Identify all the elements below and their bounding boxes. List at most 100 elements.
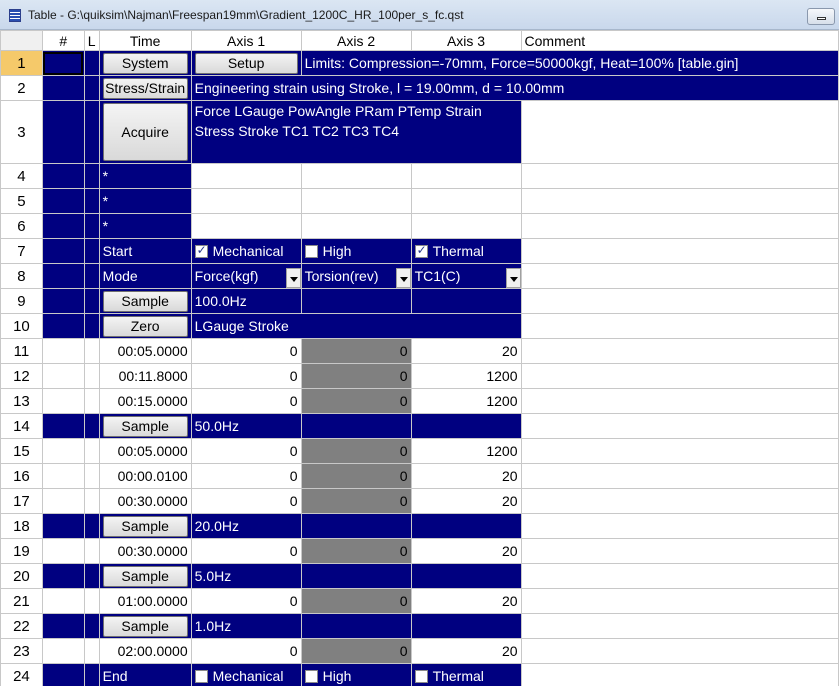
index-cell[interactable] <box>41 438 85 464</box>
axis-2-cell[interactable] <box>300 613 412 639</box>
table-row[interactable]: 16 00:00.0100 0 0 20 <box>0 463 839 489</box>
l-cell[interactable] <box>83 388 100 414</box>
index-cell[interactable] <box>41 100 85 164</box>
sample-button[interactable]: Sample <box>102 415 188 437</box>
row-number[interactable]: 17 <box>0 488 43 514</box>
comment-cell[interactable] <box>520 338 839 364</box>
l-cell[interactable] <box>83 363 100 389</box>
comment-cell[interactable] <box>520 588 839 614</box>
l-cell[interactable] <box>83 563 100 589</box>
axis-3-value[interactable]: 20 <box>410 588 522 614</box>
l-cell[interactable] <box>83 413 100 439</box>
index-cell[interactable] <box>41 638 85 664</box>
l-cell[interactable] <box>83 213 100 239</box>
sample-rate[interactable]: 1.0Hz <box>190 613 302 639</box>
start-mechanical-cell[interactable]: Mechanical <box>190 238 302 264</box>
table-row[interactable]: 19 00:30.0000 0 0 20 <box>0 538 839 564</box>
column-header-l[interactable]: L <box>83 30 100 51</box>
comment-cell[interactable] <box>520 613 839 639</box>
axis-3-cell[interactable] <box>410 513 522 539</box>
table-row[interactable]: 24 End Mechanical High Thermal <box>0 663 839 686</box>
l-cell[interactable] <box>83 463 100 489</box>
axis-3-cell[interactable] <box>410 288 522 314</box>
comment-cell[interactable] <box>520 238 839 264</box>
comment-cell[interactable] <box>520 388 839 414</box>
table-row[interactable]: 15 00:05.0000 0 0 1200 <box>0 438 839 464</box>
comment-cell[interactable] <box>520 563 839 589</box>
index-cell[interactable] <box>41 163 85 189</box>
axis-1-value[interactable]: 0 <box>190 388 302 414</box>
comment-cell[interactable] <box>520 663 839 686</box>
axis-1-cell[interactable] <box>190 163 302 189</box>
axis-3-value[interactable]: 20 <box>410 638 522 664</box>
axis-2-value[interactable]: 0 <box>300 638 412 664</box>
axis-2-cell[interactable] <box>300 188 412 214</box>
l-cell[interactable] <box>83 538 100 564</box>
row-number[interactable]: 5 <box>0 188 43 214</box>
empty-step-marker[interactable]: * <box>98 163 192 189</box>
index-cell[interactable] <box>41 538 85 564</box>
axis-2-value[interactable]: 0 <box>300 538 412 564</box>
table-row[interactable]: 11 00:05.0000 0 0 20 <box>0 338 839 364</box>
comment-cell[interactable] <box>520 100 839 164</box>
axis-2-value[interactable]: 0 <box>300 463 412 489</box>
start-high-cell[interactable]: High <box>300 238 412 264</box>
index-cell[interactable] <box>41 513 85 539</box>
l-cell[interactable] <box>83 338 100 364</box>
stress-strain-button[interactable]: Stress/Strain <box>102 77 188 99</box>
axis-2-cell[interactable] <box>300 513 412 539</box>
column-header-index[interactable]: # <box>41 30 85 51</box>
index-cell[interactable] <box>41 50 85 76</box>
column-header-axis-3[interactable]: Axis 3 <box>410 30 522 51</box>
row-number[interactable]: 16 <box>0 463 43 489</box>
acquire-button[interactable]: Acquire <box>102 103 188 161</box>
row-number[interactable]: 2 <box>0 75 43 101</box>
axis-1-value[interactable]: 0 <box>190 638 302 664</box>
index-cell[interactable] <box>41 563 85 589</box>
limits-text[interactable]: Limits: Compression=-70mm, Force=50000kg… <box>300 50 839 76</box>
table-row[interactable]: 17 00:30.0000 0 0 20 <box>0 488 839 514</box>
time-cell[interactable]: 00:00.0100 <box>98 463 192 489</box>
sample-rate[interactable]: 20.0Hz <box>190 513 302 539</box>
row-number[interactable]: 3 <box>0 100 43 164</box>
row-number[interactable]: 8 <box>0 263 43 289</box>
column-header-comment[interactable]: Comment <box>520 30 839 51</box>
axis-1-cell[interactable] <box>190 213 302 239</box>
column-header-time[interactable]: Time <box>98 30 192 51</box>
axis-2-cell[interactable] <box>300 288 412 314</box>
axis-3-mode-select[interactable]: TC1(C) <box>415 268 521 288</box>
axis-1-value[interactable]: 0 <box>190 363 302 389</box>
end-mechanical-checkbox[interactable] <box>194 670 208 683</box>
l-cell[interactable] <box>83 638 100 664</box>
table-row[interactable]: 5 * <box>0 188 839 214</box>
l-cell[interactable] <box>83 663 100 686</box>
start-thermal-cell[interactable]: Thermal <box>410 238 522 264</box>
l-cell[interactable] <box>83 588 100 614</box>
index-cell[interactable] <box>41 663 85 686</box>
row-number[interactable]: 20 <box>0 563 43 589</box>
axis-2-value[interactable]: 0 <box>300 363 412 389</box>
axis-1-mode-select[interactable]: Force(kgf) <box>195 268 301 288</box>
table-row[interactable]: 1 System Setup Limits: Compression=-70mm… <box>0 50 839 76</box>
l-cell[interactable] <box>83 613 100 639</box>
table-row[interactable]: 10 Zero LGauge Stroke <box>0 313 839 339</box>
empty-step-marker[interactable]: * <box>98 188 192 214</box>
row-number[interactable]: 11 <box>0 338 43 364</box>
table-row[interactable]: 20 Sample 5.0Hz <box>0 563 839 589</box>
start-label[interactable]: Start <box>98 238 192 264</box>
index-cell[interactable] <box>41 588 85 614</box>
table-row[interactable]: 22 Sample 1.0Hz <box>0 613 839 639</box>
axis-1-value[interactable]: 0 <box>190 438 302 464</box>
start-thermal-checkbox[interactable] <box>414 243 428 258</box>
row-number[interactable]: 19 <box>0 538 43 564</box>
sample-rate[interactable]: 5.0Hz <box>190 563 302 589</box>
axis-2-cell[interactable] <box>300 563 412 589</box>
strain-description[interactable]: Engineering strain using Stroke, l = 19.… <box>190 75 839 101</box>
comment-cell[interactable] <box>520 638 839 664</box>
time-cell[interactable]: 00:15.0000 <box>98 388 192 414</box>
setup-button[interactable]: Setup <box>194 52 298 74</box>
table-row[interactable]: 23 02:00.0000 0 0 20 <box>0 638 839 664</box>
axis-2-value[interactable]: 0 <box>300 338 412 364</box>
axis-1-cell[interactable] <box>190 188 302 214</box>
restore-button[interactable] <box>807 8 835 25</box>
